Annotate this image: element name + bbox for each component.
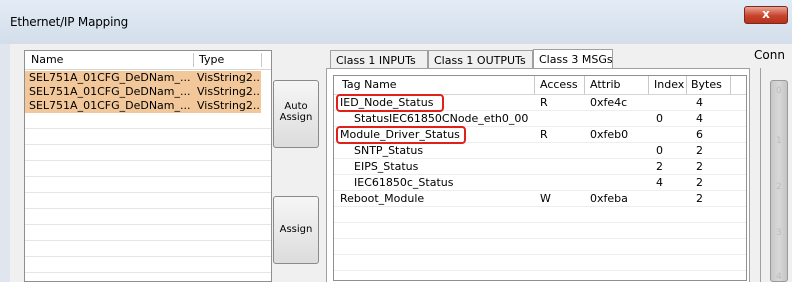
list-item-type: VisString2... (197, 99, 261, 112)
attrib-value: 0xfeba (590, 192, 628, 205)
bytes-value: 4 (696, 112, 703, 125)
list-item-name: SEL751A_01CFG_DeDNam_... (29, 85, 191, 98)
dialog-body: Name Type SEL751A_01CFG_DeDNam_... VisSt… (10, 44, 792, 282)
auto-assign-label-line2: Assign (279, 112, 313, 123)
tag-name: SNTP_Status (354, 144, 424, 157)
column-header-attrib[interactable]: Attrib (590, 78, 621, 91)
bytes-value: 2 (696, 176, 703, 189)
source-list-header: Name Type (25, 51, 271, 70)
close-icon: x (762, 7, 770, 21)
class3-msgs-panel: Tag Name Access Attrib Index Bytes IED_N… (326, 68, 750, 282)
tag-name: StatusIEC61850CNode_eth0_00 (354, 112, 529, 125)
column-header-access[interactable]: Access (540, 78, 578, 91)
connection-tick: 1 (776, 136, 782, 146)
title-bar: Ethernet/IP Mapping x (0, 0, 792, 44)
tag-name: IEC61850c_Status (354, 176, 454, 189)
tab-class1-inputs[interactable]: Class 1 INPUTs (330, 50, 428, 69)
tab-class3-msgs[interactable]: Class 3 MSGs (533, 49, 613, 70)
auto-assign-label-line1: Auto (284, 101, 308, 112)
highlight-ied-node-status (336, 94, 444, 112)
list-item-type: VisString2... (197, 85, 261, 98)
index-value: 2 (656, 160, 663, 173)
access-value: W (540, 192, 551, 205)
table-row[interactable]: Reboot_Module W 0xfeba 2 (334, 191, 746, 207)
attrib-value: 0xfe4c (590, 96, 628, 109)
assign-button[interactable]: Assign (273, 196, 319, 264)
tab-class1-outputs[interactable]: Class 1 OUTPUTs (428, 50, 533, 69)
auto-assign-button[interactable]: Auto Assign (273, 80, 319, 148)
tab-label: Class 1 INPUTs (336, 54, 416, 67)
bytes-value: 6 (696, 128, 703, 141)
window-title: Ethernet/IP Mapping (10, 15, 129, 29)
list-item-type: VisString2... (197, 71, 261, 84)
tag-grid-header: Tag Name Access Attrib Index Bytes (334, 76, 746, 95)
connection-tick: 4 (776, 272, 782, 282)
column-header-name[interactable]: Name (31, 53, 63, 66)
bytes-value: 2 (696, 144, 703, 157)
list-item[interactable]: SEL751A_01CFG_DeDNam_... VisString2... (25, 85, 261, 99)
column-header-bytes[interactable]: Bytes (691, 78, 722, 91)
connection-tick: 2 (776, 182, 782, 192)
list-item-name: SEL751A_01CFG_DeDNam_... (29, 99, 191, 112)
table-row[interactable]: EIPS_Status 2 2 (334, 159, 746, 175)
list-item[interactable]: SEL751A_01CFG_DeDNam_... VisString2... (25, 99, 261, 113)
tab-label: Class 1 OUTPUTs (434, 54, 526, 67)
connection-tick: 0 (776, 86, 782, 96)
connection-slot-bar[interactable] (770, 80, 788, 282)
bytes-value: 4 (696, 96, 703, 109)
table-row[interactable]: SNTP_Status 0 2 (334, 143, 746, 159)
table-row[interactable]: StatusIEC61850CNode_eth0_00 0 4 (334, 111, 746, 127)
close-button[interactable]: x (744, 6, 788, 24)
tag-grid[interactable]: Tag Name Access Attrib Index Bytes IED_N… (333, 75, 747, 281)
highlight-module-driver-status (336, 126, 466, 144)
access-value: R (540, 128, 548, 141)
tab-label: Class 3 MSGs (539, 53, 613, 66)
access-value: R (540, 96, 548, 109)
attrib-value: 0xfeb0 (590, 128, 629, 141)
source-list[interactable]: Name Type SEL751A_01CFG_DeDNam_... VisSt… (24, 50, 272, 282)
index-value: 0 (656, 112, 663, 125)
index-value: 0 (656, 144, 663, 157)
column-header-tag-name[interactable]: Tag Name (342, 78, 397, 91)
bytes-value: 2 (696, 192, 703, 205)
column-header-type[interactable]: Type (199, 53, 224, 66)
assign-label: Assign (279, 224, 313, 235)
tag-name: Reboot_Module (340, 192, 425, 205)
tag-name: EIPS_Status (354, 160, 419, 173)
list-item-name: SEL751A_01CFG_DeDNam_... (29, 71, 191, 84)
bytes-value: 2 (696, 160, 703, 173)
list-item[interactable]: SEL751A_01CFG_DeDNam_... VisString2... (25, 71, 261, 85)
table-row[interactable]: IEC61850c_Status 4 2 (334, 175, 746, 191)
connections-label: Conn (754, 48, 785, 62)
connection-tick: 3 (776, 228, 782, 238)
column-header-index[interactable]: Index (654, 78, 684, 91)
index-value: 4 (656, 176, 663, 189)
